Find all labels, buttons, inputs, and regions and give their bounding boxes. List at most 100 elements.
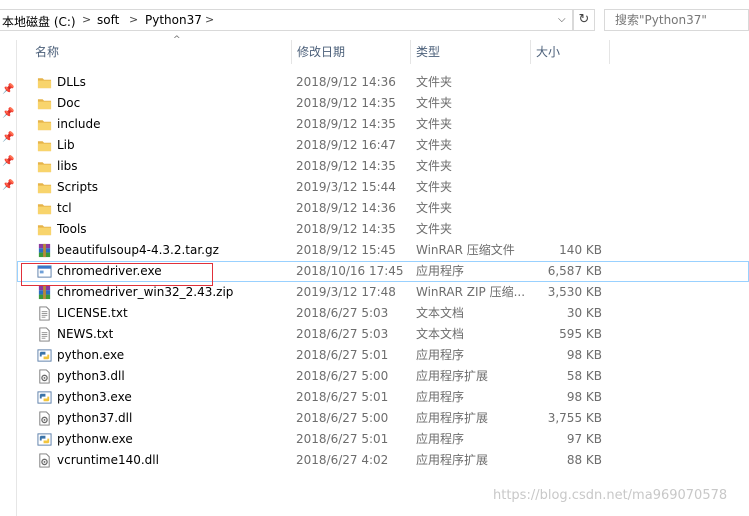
column-header-type[interactable]: 类型 [410, 40, 530, 66]
file-size: 58 KB [566, 369, 602, 383]
pin-icon: 📌 [2, 108, 15, 119]
file-type: 应用程序 [416, 390, 465, 404]
pin-icon: 📌 [2, 156, 15, 167]
address-bar[interactable]: 本地磁盘 (C:) > soft > Python37 > ⌵ [0, 9, 573, 31]
file-row[interactable]: DLLs 2018/9/12 14:36 文件夹 [17, 72, 749, 93]
file-date: 2018/6/27 5:03 [296, 306, 389, 320]
column-header-size[interactable]: 大小 [530, 40, 610, 66]
file-date: 2018/6/27 5:01 [296, 390, 389, 404]
file-name: Tools [57, 222, 87, 236]
file-name: Scripts [57, 180, 99, 194]
file-type: 文件夹 [416, 117, 453, 131]
pin-icon: 📌 [2, 84, 15, 95]
file-type: 应用程序扩展 [416, 411, 489, 425]
file-size [536, 156, 602, 177]
file-row[interactable]: libs 2018/9/12 14:35 文件夹 [17, 156, 749, 177]
file-date: 2018/6/27 4:02 [296, 453, 389, 467]
file-size: 595 KB [559, 327, 602, 341]
file-row[interactable]: python.exe 2018/6/27 5:01 应用程序 98 KB [17, 345, 749, 366]
file-row[interactable]: NEWS.txt 2018/6/27 5:03 文本文档 595 KB [17, 324, 749, 345]
file-date: 2018/9/12 15:45 [296, 243, 396, 257]
address-history-dropdown-icon[interactable]: ⌵ [558, 14, 566, 25]
file-size: 98 KB [566, 348, 602, 362]
file-size [536, 114, 602, 135]
refresh-button[interactable]: ↻ [573, 9, 595, 31]
breadcrumb-soft[interactable]: soft [97, 13, 119, 27]
file-type: 文件夹 [416, 180, 453, 194]
file-name: tcl [57, 201, 72, 215]
file-size [536, 135, 602, 156]
file-date: 2019/3/12 15:44 [296, 180, 396, 194]
breadcrumb-separator-icon[interactable]: > [129, 13, 138, 26]
file-date: 2018/9/12 14:35 [296, 117, 396, 131]
column-header-row: ^ 名称 修改日期 类型 大小 [17, 35, 749, 66]
file-name: beautifulsoup4-4.3.2.tar.gz [57, 243, 219, 257]
file-date: 2018/9/12 16:47 [296, 138, 396, 152]
file-date: 2019/3/12 17:48 [296, 285, 396, 299]
file-row[interactable]: python37.dll 2018/6/27 5:00 应用程序扩展 3,755 KB [17, 408, 749, 429]
file-name: include [57, 117, 101, 131]
file-name: python3.exe [57, 390, 132, 404]
column-header-date[interactable]: 修改日期 [291, 40, 411, 66]
breadcrumb-separator-icon[interactable]: > [205, 13, 214, 26]
file-row[interactable]: Doc 2018/9/12 14:35 文件夹 [17, 93, 749, 114]
file-date: 2018/9/12 14:35 [296, 159, 396, 173]
file-row[interactable]: chromedriver_win32_2.43.zip 2019/3/12 17:… [17, 282, 749, 303]
navigation-pane[interactable]: 📌 📌 📌 📌 📌 [0, 40, 17, 516]
file-type: 应用程序 [416, 264, 465, 278]
file-row[interactable]: include 2018/9/12 14:35 文件夹 [17, 114, 749, 135]
address-bar-area: 本地磁盘 (C:) > soft > Python37 > ⌵ ↻ 搜索"Pyt… [0, 0, 749, 40]
file-date: 2018/6/27 5:00 [296, 369, 389, 383]
file-row[interactable]: beautifulsoup4-4.3.2.tar.gz 2018/9/12 15:… [17, 240, 749, 261]
file-date: 2018/9/12 14:35 [296, 222, 396, 236]
file-row[interactable]: tcl 2018/9/12 14:36 文件夹 [17, 198, 749, 219]
watermark: https://blog.csdn.net/ma969070578 [493, 488, 728, 503]
file-row[interactable]: python3.dll 2018/6/27 5:00 应用程序扩展 58 KB [17, 366, 749, 387]
breadcrumb-separator-icon[interactable]: > [82, 13, 91, 26]
file-name: python37.dll [57, 411, 133, 425]
file-name: chromedriver.exe [57, 264, 162, 278]
file-row[interactable]: Scripts 2019/3/12 15:44 文件夹 [17, 177, 749, 198]
file-row[interactable]: python3.exe 2018/6/27 5:01 应用程序 98 KB [17, 387, 749, 408]
file-type: 应用程序扩展 [416, 369, 489, 383]
file-type: WinRAR 压缩文件 [416, 243, 515, 257]
file-type: 文件夹 [416, 201, 453, 215]
file-row[interactable]: pythonw.exe 2018/6/27 5:01 应用程序 97 KB [17, 429, 749, 450]
pin-icon: 📌 [2, 132, 15, 143]
file-name: pythonw.exe [57, 432, 133, 446]
file-size [536, 93, 602, 114]
file-type: 应用程序扩展 [416, 453, 489, 467]
breadcrumb-python37[interactable]: Python37 [145, 13, 202, 27]
column-divider[interactable] [609, 40, 610, 64]
file-date: 2018/6/27 5:01 [296, 348, 389, 362]
file-row[interactable]: vcruntime140.dll 2018/6/27 4:02 应用程序扩展 88 K… [17, 450, 749, 471]
file-date: 2018/9/12 14:36 [296, 201, 396, 215]
file-size [536, 72, 602, 93]
breadcrumb-drive[interactable]: 本地磁盘 (C:) [2, 13, 76, 30]
file-type: 文件夹 [416, 159, 453, 173]
file-size: 88 KB [566, 453, 602, 467]
file-name: python3.dll [57, 369, 125, 383]
column-header-name[interactable]: 名称 [29, 40, 291, 66]
file-row[interactable]: chromedriver.exe 2018/10/16 17:45 应用程序 6,58… [17, 261, 749, 282]
file-name: LICENSE.txt [57, 306, 128, 320]
file-name: chromedriver_win32_2.43.zip [57, 285, 234, 299]
file-size: 98 KB [566, 390, 602, 404]
file-date: 2018/9/12 14:36 [296, 75, 396, 89]
search-input[interactable]: 搜索"Python37" [604, 9, 749, 31]
file-date: 2018/6/27 5:00 [296, 411, 389, 425]
file-type: 文件夹 [416, 96, 453, 110]
file-size: 3,530 KB [547, 285, 602, 299]
file-size: 6,587 KB [547, 264, 602, 278]
file-size [536, 198, 602, 219]
file-type: 文件夹 [416, 222, 453, 236]
file-size: 30 KB [566, 306, 602, 320]
file-row[interactable]: LICENSE.txt 2018/6/27 5:03 文本文档 30 KB [17, 303, 749, 324]
file-name: libs [57, 159, 78, 173]
file-row[interactable]: Lib 2018/9/12 16:47 文件夹 [17, 135, 749, 156]
file-name: vcruntime140.dll [57, 453, 159, 467]
file-row[interactable]: Tools 2018/9/12 14:35 文件夹 [17, 219, 749, 240]
file-type: 文本文档 [416, 306, 465, 320]
file-type: 文件夹 [416, 138, 453, 152]
file-name: Doc [57, 96, 81, 110]
